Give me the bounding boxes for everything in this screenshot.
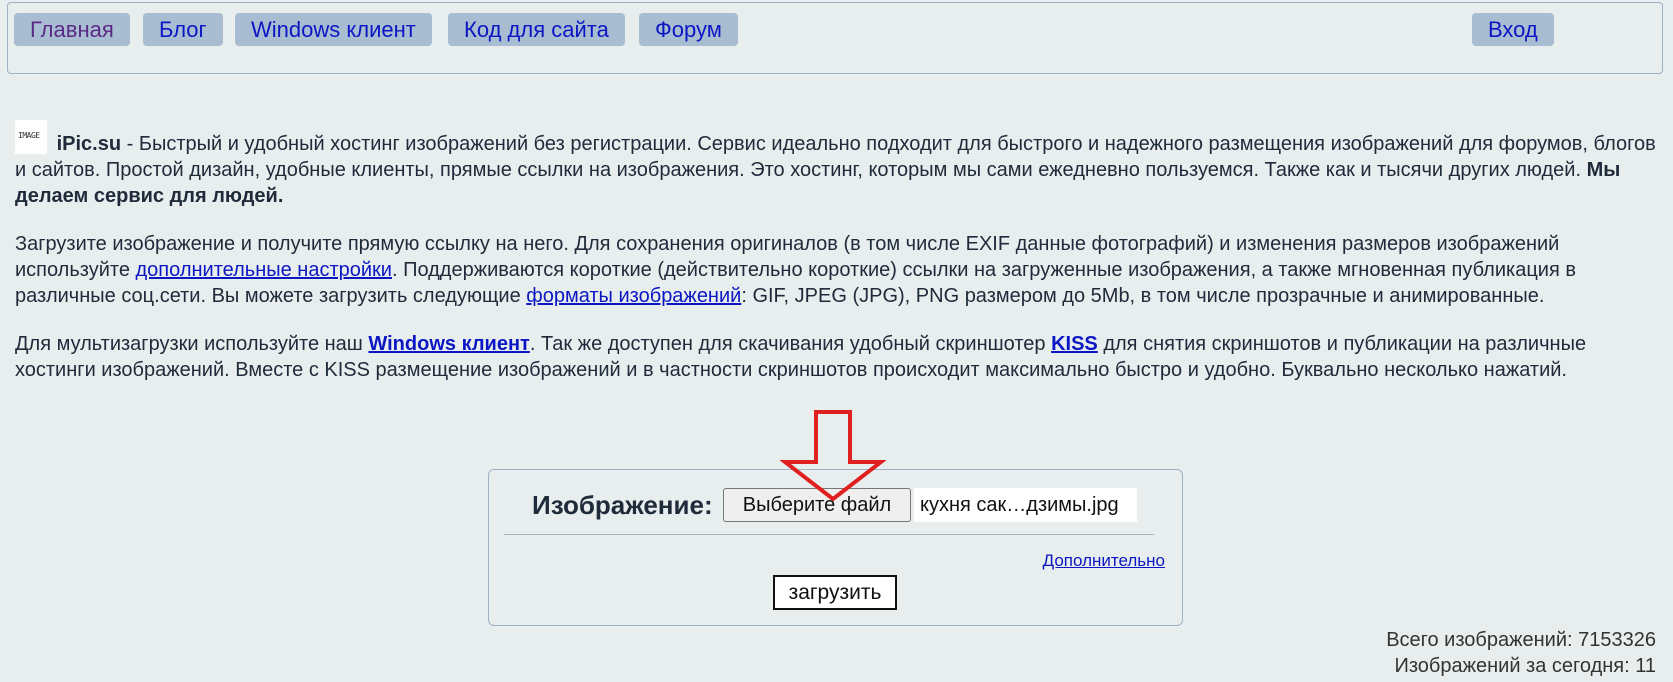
link-windows-client[interactable]: Windows клиент <box>368 333 529 355</box>
link-extra-settings[interactable]: дополнительные настройки <box>136 259 392 281</box>
brand-name: iPic.su <box>56 133 122 155</box>
images-today: Изображений за сегодня: 11 <box>1394 655 1656 677</box>
image-stats: Всего изображений: 7153326 Изображений з… <box>1386 627 1656 679</box>
nav-forum[interactable]: Форум <box>639 13 738 46</box>
nav-home[interactable]: Главная <box>14 13 130 46</box>
main-content: IMAGE iPic.su - Быстрый и удобный хостин… <box>15 120 1660 405</box>
multi-info-part1: Для мультизагрузки используйте наш <box>15 333 369 355</box>
upload-info-part3: : GIF, JPEG (JPG), PNG размером до 5Mb, … <box>741 285 1545 307</box>
nav-windows-client[interactable]: Windows клиент <box>235 13 432 46</box>
intro-paragraph: IMAGE iPic.su - Быстрый и удобный хостин… <box>15 120 1660 209</box>
link-kiss[interactable]: KISS <box>1051 333 1098 355</box>
top-navigation: Главная Блог Windows клиент Код для сайт… <box>7 2 1663 74</box>
upload-info-paragraph: Загрузите изображение и получите прямую … <box>15 231 1660 309</box>
image-label: Изображение: <box>532 490 713 520</box>
down-arrow-icon <box>780 410 886 502</box>
more-options-link[interactable]: Дополнительно <box>1043 551 1165 571</box>
total-images: Всего изображений: 7153326 <box>1386 629 1656 651</box>
nav-site-code[interactable]: Код для сайта <box>448 13 625 46</box>
upload-button[interactable]: загрузить <box>773 575 897 610</box>
logo-text: IMAGE <box>18 131 40 140</box>
form-divider <box>504 534 1154 535</box>
nav-login[interactable]: Вход <box>1472 13 1554 46</box>
selected-file-name: кухня сак…дзимы.jpg <box>914 488 1137 522</box>
site-logo: IMAGE <box>15 120 47 154</box>
multi-info-part2: . Так же доступен для скачивания удобный… <box>529 333 1052 355</box>
nav-blog[interactable]: Блог <box>143 13 223 46</box>
link-image-formats[interactable]: форматы изображений <box>526 285 741 307</box>
intro-text: - Быстрый и удобный хостинг изображений … <box>15 133 1656 181</box>
multi-upload-paragraph: Для мультизагрузки используйте наш Windo… <box>15 331 1660 383</box>
